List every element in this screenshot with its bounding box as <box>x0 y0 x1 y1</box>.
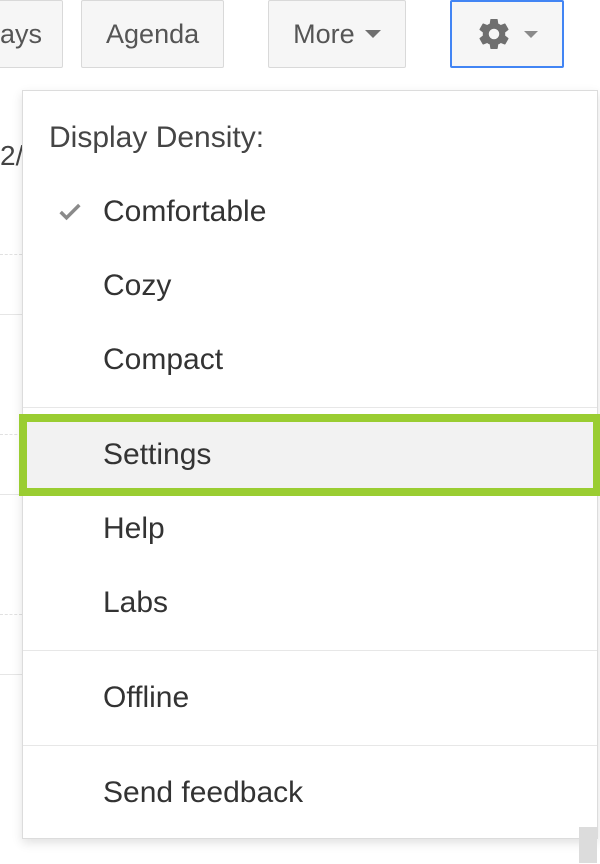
menu-item-settings[interactable]: Settings <box>23 418 597 492</box>
menu-divider <box>23 407 597 408</box>
view-agenda-label: Agenda <box>106 19 199 50</box>
dropdown-caret-icon <box>365 30 381 38</box>
view-days-button[interactable]: ays <box>0 0 63 68</box>
menu-item-help[interactable]: Help <box>23 492 597 566</box>
menu-item-send-feedback[interactable]: Send feedback <box>23 756 597 830</box>
check-icon <box>49 198 91 226</box>
menu-item-label: Settings <box>91 438 211 472</box>
menu-item-labs[interactable]: Labs <box>23 566 597 640</box>
menu-item-label: Compact <box>91 343 223 377</box>
menu-item-offline[interactable]: Offline <box>23 661 597 735</box>
density-option-compact[interactable]: Compact <box>23 323 597 397</box>
density-option-cozy[interactable]: Cozy <box>23 249 597 323</box>
date-fragment: 2/ <box>0 140 23 172</box>
settings-menu: Display Density: Comfortable Cozy Compac… <box>22 90 598 839</box>
calendar-gridlines <box>0 254 22 864</box>
more-label: More <box>293 19 355 50</box>
dropdown-caret-icon <box>524 31 538 38</box>
menu-divider <box>23 745 597 746</box>
menu-item-label: Send feedback <box>91 776 303 810</box>
view-agenda-button[interactable]: Agenda <box>81 0 224 68</box>
view-days-label: ays <box>0 19 42 50</box>
menu-item-label: Cozy <box>91 269 171 303</box>
menu-header: Display Density: <box>23 91 597 175</box>
more-button[interactable]: More <box>268 0 406 68</box>
menu-item-label: Help <box>91 512 165 546</box>
menu-item-label: Comfortable <box>91 195 266 229</box>
density-option-comfortable[interactable]: Comfortable <box>23 175 597 249</box>
toolbar: ays Agenda More <box>0 0 600 84</box>
menu-item-label: Offline <box>91 681 189 715</box>
settings-gear-button[interactable] <box>450 0 564 68</box>
gear-icon <box>476 16 512 52</box>
scrollbar-fragment[interactable] <box>579 827 597 863</box>
menu-item-label: Labs <box>91 586 168 620</box>
menu-divider <box>23 650 597 651</box>
